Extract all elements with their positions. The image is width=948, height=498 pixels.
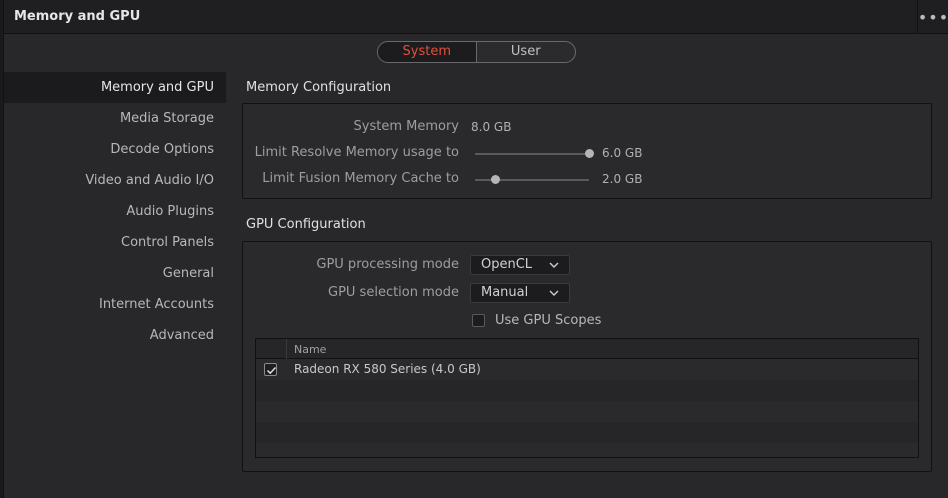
table-header: Name: [256, 339, 918, 359]
chevron-down-icon: [549, 262, 559, 268]
ellipsis-icon: •••: [917, 7, 948, 27]
memory-config-panel: System Memory 8.0 GB Limit Resolve Memor…: [242, 103, 932, 199]
sidebar: Memory and GPU Media Storage Decode Opti…: [4, 72, 226, 351]
tab-system[interactable]: System: [378, 42, 477, 62]
tab-user[interactable]: User: [477, 42, 576, 62]
scope-toggle: System User: [377, 41, 576, 63]
gpu-processing-mode-dropdown[interactable]: OpenCL: [470, 255, 570, 275]
sidebar-item-memory-and-gpu[interactable]: Memory and GPU: [4, 72, 226, 103]
sidebar-item-control-panels[interactable]: Control Panels: [4, 227, 226, 258]
sidebar-item-internet-accounts[interactable]: Internet Accounts: [4, 289, 226, 320]
table-header-name[interactable]: Name: [294, 343, 326, 356]
checkmark-icon: [266, 366, 277, 375]
fusion-cache-value: 2.0 GB: [602, 172, 643, 186]
gpu-list-table: Name Radeon RX 580 Series (4.0 GB): [255, 338, 919, 458]
fusion-cache-slider[interactable]: [475, 175, 589, 184]
sidebar-item-media-storage[interactable]: Media Storage: [4, 103, 226, 134]
resolve-memory-slider-handle[interactable]: [585, 149, 594, 158]
gpu-section-title: GPU Configuration: [246, 217, 366, 232]
table-row-empty: [256, 401, 918, 422]
gpu-processing-mode-label: GPU processing mode: [316, 257, 459, 272]
gpu-processing-mode-value: OpenCL: [481, 257, 533, 272]
window-title: Memory and GPU: [14, 9, 141, 24]
sidebar-item-video-audio-io[interactable]: Video and Audio I/O: [4, 165, 226, 196]
gpu-selection-mode-label: GPU selection mode: [328, 285, 459, 300]
table-header-select: [256, 339, 287, 359]
table-row-empty: [256, 422, 918, 443]
sidebar-item-audio-plugins[interactable]: Audio Plugins: [4, 196, 226, 227]
preferences-window: Memory and GPU ••• System User Memory an…: [3, 0, 948, 498]
gpu-selection-mode-dropdown[interactable]: Manual: [470, 283, 570, 303]
use-gpu-scopes-checkbox[interactable]: [472, 314, 485, 327]
use-gpu-scopes-label: Use GPU Scopes: [495, 313, 602, 328]
system-memory-value: 8.0 GB: [471, 120, 512, 134]
system-memory-label: System Memory: [353, 119, 459, 134]
resolve-memory-slider[interactable]: [475, 149, 594, 158]
table-row-empty: [256, 443, 918, 457]
resolve-memory-label: Limit Resolve Memory usage to: [254, 145, 459, 160]
memory-section-title: Memory Configuration: [246, 80, 392, 95]
more-options-button[interactable]: •••: [917, 0, 948, 34]
title-bar: Memory and GPU •••: [4, 0, 948, 34]
fusion-cache-slider-handle[interactable]: [491, 175, 500, 184]
gpu-selection-mode-value: Manual: [481, 285, 529, 300]
fusion-cache-label: Limit Fusion Memory Cache to: [262, 171, 459, 186]
gpu-name-cell: Radeon RX 580 Series (4.0 GB): [294, 362, 481, 376]
table-row-empty: [256, 380, 918, 401]
sidebar-item-decode-options[interactable]: Decode Options: [4, 134, 226, 165]
table-row[interactable]: Radeon RX 580 Series (4.0 GB): [256, 359, 918, 380]
gpu-row-checkbox[interactable]: [264, 363, 277, 376]
sidebar-item-advanced[interactable]: Advanced: [4, 320, 226, 351]
chevron-down-icon: [549, 290, 559, 296]
sidebar-item-general[interactable]: General: [4, 258, 226, 289]
resolve-memory-value: 6.0 GB: [602, 146, 643, 160]
